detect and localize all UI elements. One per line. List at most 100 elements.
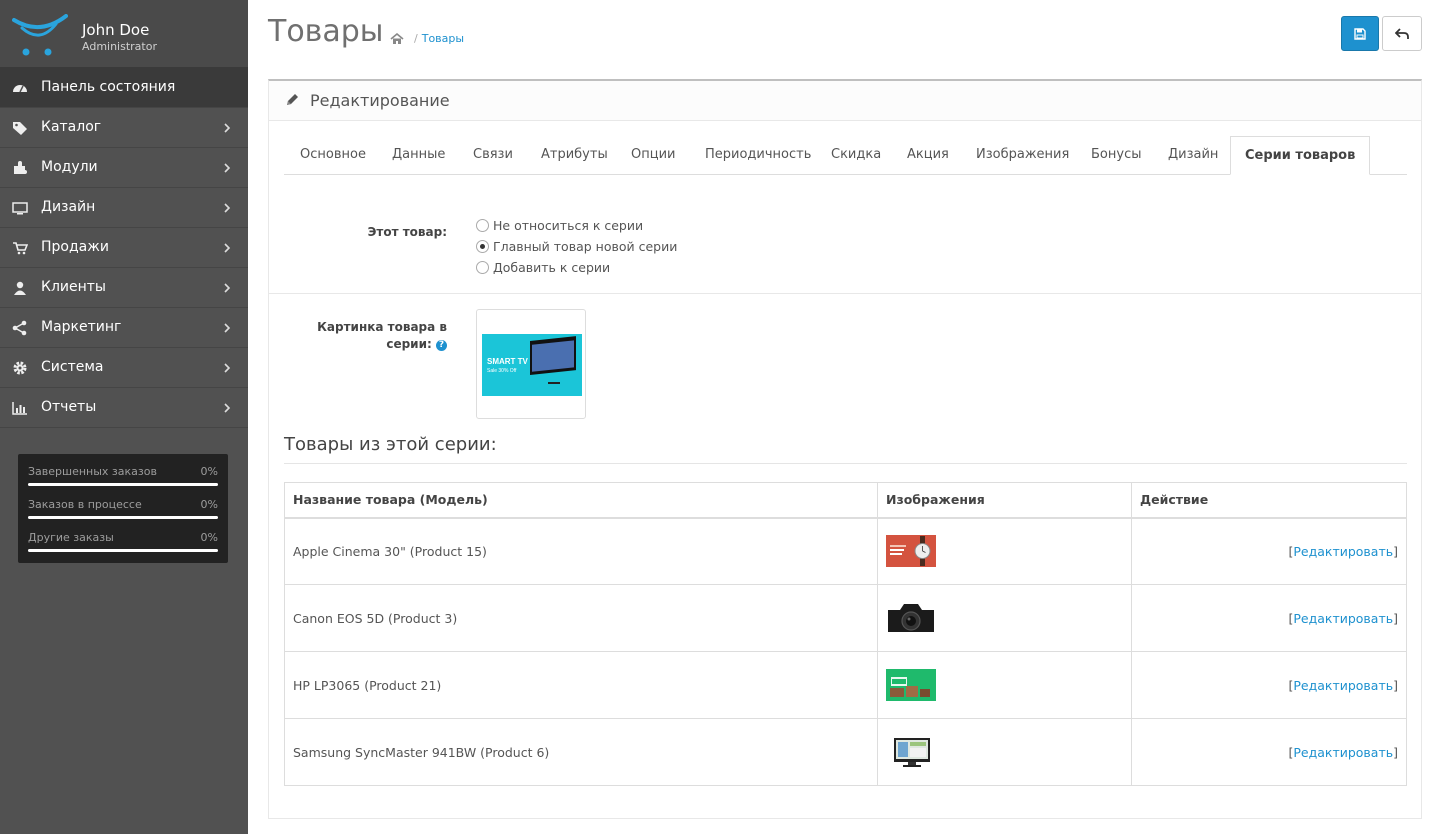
table-header-row: Название товара (Модель) Изображения Дей… — [284, 482, 1407, 519]
back-button[interactable] — [1382, 16, 1422, 51]
stat-progress-bar — [28, 483, 218, 486]
action-cell: [Редактировать] — [1131, 651, 1407, 719]
radio-label: Главный товар новой серии — [493, 239, 678, 254]
page-title: Товары — [268, 14, 384, 49]
table-row: HP LP3065 (Product 21) [Редактировать] — [284, 651, 1407, 719]
menu-item-catalog[interactable]: Каталог — [0, 108, 248, 148]
radio-label: Не относиться к серии — [493, 218, 644, 233]
column-header-action: Действие — [1131, 482, 1407, 519]
tab-product-series[interactable]: Серии товаров — [1230, 136, 1371, 175]
edit-link[interactable]: Редактировать — [1293, 544, 1393, 559]
stat-progress-bar — [28, 549, 218, 552]
menu-item-sales[interactable]: Продажи — [0, 228, 248, 268]
menu-label: Каталог — [41, 119, 102, 135]
radio-master-product[interactable]: Главный товар новой серии — [476, 239, 677, 254]
product-tabs: Основное Данные Связи Атрибуты Опции Пер… — [284, 136, 1407, 175]
series-image-label-line1: Картинка товара в — [317, 320, 447, 334]
menu-label: Продажи — [41, 239, 109, 255]
menu-label: Клиенты — [41, 279, 106, 295]
panel-title: Редактирование — [310, 91, 450, 110]
menu-item-design[interactable]: Дизайн — [0, 188, 248, 228]
sale-banner-image — [886, 669, 936, 701]
radio-button[interactable] — [476, 240, 489, 253]
menu-item-customers[interactable]: Клиенты — [0, 268, 248, 308]
tab-recurring[interactable]: Периодичность — [705, 136, 811, 175]
breadcrumb-link-products[interactable]: Товары — [422, 32, 464, 45]
menu-label: Система — [41, 359, 104, 375]
user-profile[interactable]: John Doe Administrator — [0, 0, 248, 68]
main-menu: Панель состояния Каталог Модули Дизайн П… — [0, 68, 248, 428]
chevron-right-icon — [224, 163, 231, 173]
tab-design[interactable]: Дизайн — [1168, 136, 1218, 175]
product-image-cell — [877, 517, 1132, 585]
series-title-rule — [284, 463, 1407, 464]
tab-special[interactable]: Акция — [907, 136, 949, 175]
smart-tv-banner-image: SMART TV Sale 30% Off — [482, 334, 582, 396]
menu-label: Отчеты — [41, 399, 97, 415]
edit-link[interactable]: Редактировать — [1293, 611, 1393, 626]
user-name: John Doe — [82, 21, 150, 39]
reply-icon — [1395, 27, 1409, 39]
chevron-right-icon — [224, 403, 231, 413]
menu-label: Панель состояния — [41, 79, 176, 95]
menu-label: Модули — [41, 159, 98, 175]
edit-link[interactable]: Редактировать — [1293, 745, 1393, 760]
tags-icon — [13, 122, 27, 135]
home-icon[interactable] — [390, 32, 404, 45]
menu-item-dashboard[interactable]: Панель состояния — [0, 68, 248, 108]
watch-banner-image — [886, 535, 936, 568]
tab-images[interactable]: Изображения — [976, 136, 1069, 175]
share-icon — [12, 320, 27, 336]
bar-chart-icon — [12, 402, 27, 415]
radio-add-to-series[interactable]: Добавить к серии — [476, 260, 610, 275]
action-cell: [Редактировать] — [1131, 517, 1407, 585]
tab-links[interactable]: Связи — [473, 136, 513, 175]
radio-button[interactable] — [476, 219, 489, 232]
stat-label: Другие заказы — [28, 531, 114, 544]
breadcrumb-separator: / — [414, 32, 418, 45]
puzzle-icon — [14, 161, 27, 174]
radio-not-in-series[interactable]: Не относиться к серии — [476, 218, 643, 233]
action-cell: [Редактировать] — [1131, 718, 1407, 786]
series-products-table: Название товара (Модель) Изображения Дей… — [284, 482, 1407, 786]
product-name: Apple Cinema 30" (Product 15) — [284, 517, 878, 585]
menu-item-system[interactable]: Система — [0, 348, 248, 388]
product-name: Samsung SyncMaster 941BW (Product 6) — [284, 718, 878, 786]
series-image-thumbnail[interactable]: SMART TV Sale 30% Off — [476, 309, 586, 419]
tab-reward[interactable]: Бонусы — [1091, 136, 1141, 175]
menu-item-marketing[interactable]: Маркетинг — [0, 308, 248, 348]
form-divider — [269, 293, 1421, 294]
menu-label: Дизайн — [41, 199, 96, 215]
chevron-right-icon — [224, 283, 231, 293]
bracket-close: ] — [1393, 610, 1398, 626]
chevron-right-icon — [224, 323, 231, 333]
tab-attributes[interactable]: Атрибуты — [541, 136, 608, 175]
edit-link[interactable]: Редактировать — [1293, 678, 1393, 693]
stat-label: Завершенных заказов — [28, 465, 157, 478]
this-product-label: Этот товар: — [367, 225, 447, 239]
tab-options[interactable]: Опции — [631, 136, 675, 175]
user-icon — [14, 281, 26, 295]
table-row: Canon EOS 5D (Product 3) [Редактировать] — [284, 584, 1407, 652]
product-name: HP LP3065 (Product 21) — [284, 651, 878, 719]
menu-item-modules[interactable]: Модули — [0, 148, 248, 188]
column-header-images: Изображения — [877, 482, 1132, 519]
save-button[interactable] — [1341, 16, 1379, 51]
tab-data[interactable]: Данные — [392, 136, 445, 175]
radio-button[interactable] — [476, 261, 489, 274]
table-row: Apple Cinema 30" (Product 15) [Редактиро… — [284, 517, 1407, 585]
chevron-right-icon — [224, 243, 231, 253]
page-header: Товары / Товары — [268, 0, 1434, 70]
opencart-logo-icon — [12, 14, 68, 56]
product-name: Canon EOS 5D (Product 3) — [284, 584, 878, 652]
edit-panel: Редактирование Основное Данные Связи Атр… — [268, 79, 1422, 819]
cog-icon — [13, 361, 27, 375]
help-icon[interactable]: ? — [436, 340, 447, 351]
pencil-icon — [287, 94, 298, 105]
sidebar: John Doe Administrator Панель состояния … — [0, 0, 248, 834]
stat-label: Заказов в процессе — [28, 498, 142, 511]
tab-discount[interactable]: Скидка — [831, 136, 881, 175]
product-image-cell — [877, 718, 1132, 786]
tab-general[interactable]: Основное — [300, 136, 366, 175]
menu-item-reports[interactable]: Отчеты — [0, 388, 248, 428]
